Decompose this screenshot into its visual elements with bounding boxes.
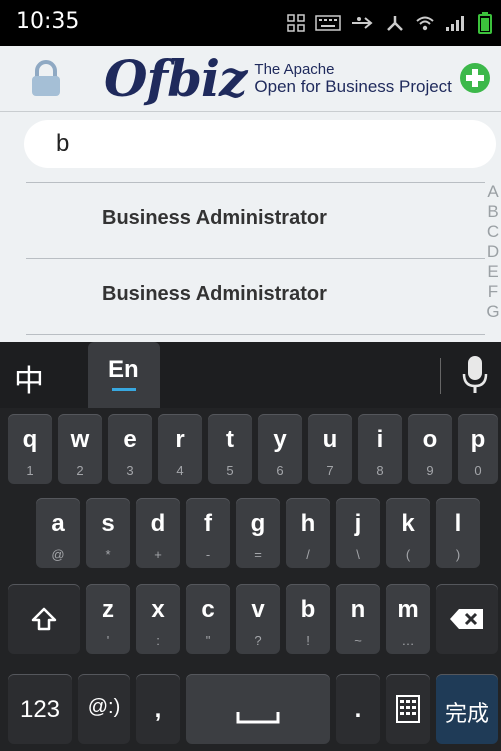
keyboard-icon: [315, 15, 341, 31]
key-o[interactable]: o9: [408, 414, 452, 484]
key-z[interactable]: z ': [86, 584, 130, 654]
microphone-icon[interactable]: [462, 354, 488, 396]
key-x[interactable]: x:: [136, 584, 180, 654]
emoji-key[interactable]: @:): [78, 674, 130, 744]
key-d[interactable]: d +: [136, 498, 180, 568]
key-r[interactable]: r4: [158, 414, 202, 484]
space-key[interactable]: [186, 674, 330, 744]
key-y[interactable]: y6: [258, 414, 302, 484]
lock-icon[interactable]: [28, 60, 64, 98]
index-letter[interactable]: E: [485, 262, 501, 282]
list-item[interactable]: Business Administrator: [26, 258, 486, 334]
connection-icon: [387, 16, 403, 31]
key-m[interactable]: m…: [386, 584, 430, 654]
ime-separator: [440, 358, 441, 394]
phone-screen: 10:35 Ofbiz The Apache Open for Business…: [0, 0, 501, 751]
key-f[interactable]: f-: [186, 498, 230, 568]
numbers-key[interactable]: 123: [8, 674, 72, 744]
key-v[interactable]: v?: [236, 584, 280, 654]
logo-tagline-2: Open for Business Project: [254, 76, 452, 96]
usb-icon: [352, 17, 373, 29]
app-header: Ofbiz The Apache Open for Business Proje…: [0, 46, 501, 112]
signal-icon: [446, 16, 464, 31]
list-item-label: Business Administrator: [102, 207, 327, 229]
key-e[interactable]: e3: [108, 414, 152, 484]
battery-icon: [478, 12, 492, 34]
status-time: 10:35: [16, 9, 80, 34]
list-item[interactable]: Business Administrator: [26, 182, 486, 258]
index-letter[interactable]: B: [485, 202, 501, 222]
ime-tab-english-label: En: [108, 356, 139, 383]
logo-tagline: The Apache Open for Business Project: [254, 62, 451, 96]
ofbiz-logo: Ofbiz The Apache Open for Business Proje…: [104, 50, 452, 108]
keyboard-layout-icon: [396, 695, 420, 723]
index-letter[interactable]: C: [485, 222, 501, 242]
search-input[interactable]: [24, 120, 496, 168]
key-t[interactable]: t5: [208, 414, 252, 484]
key-h[interactable]: h /: [286, 498, 330, 568]
add-icon[interactable]: [459, 62, 491, 94]
comma-key[interactable]: ,: [136, 674, 180, 744]
key-q[interactable]: q1: [8, 414, 52, 484]
key-p[interactable]: p0: [458, 414, 498, 484]
status-bar: 10:35: [0, 0, 501, 46]
result-list: Business Administrator Business Administ…: [0, 182, 486, 342]
logo-word: Ofbiz: [104, 49, 247, 108]
ime-tab-indicator: [112, 388, 136, 391]
soft-keyboard: q1 w2 e3 r4 t5 y6 u7 i8 o9 p0 a @ s * d + f…: [0, 408, 501, 751]
key-b[interactable]: b!: [286, 584, 330, 654]
list-item-label: Business Administrator: [102, 283, 327, 305]
key-g[interactable]: g =: [236, 498, 280, 568]
key-l[interactable]: l): [436, 498, 480, 568]
key-w[interactable]: w2: [58, 414, 102, 484]
key-k[interactable]: k(: [386, 498, 430, 568]
space-icon: [236, 712, 280, 724]
key-i[interactable]: i8: [358, 414, 402, 484]
key-s[interactable]: s *: [86, 498, 130, 568]
logo-tagline-1: The Apache: [254, 61, 335, 79]
key-n[interactable]: n ~: [336, 584, 380, 654]
alphabet-index[interactable]: A B C D E F G: [485, 182, 501, 342]
keyboard-layout-key[interactable]: [386, 674, 430, 744]
backspace-icon: [450, 609, 483, 629]
index-letter[interactable]: F: [485, 282, 501, 302]
ime-toolbar: 中 En: [0, 342, 501, 408]
ime-tab-chinese[interactable]: 中: [14, 356, 44, 400]
index-letter[interactable]: D: [485, 242, 501, 262]
done-key[interactable]: 完成: [436, 674, 498, 744]
list-item: [26, 334, 486, 342]
status-icons: [287, 12, 493, 34]
index-letter[interactable]: A: [485, 182, 501, 202]
key-u[interactable]: u7: [308, 414, 352, 484]
search-bar: [0, 112, 501, 182]
key-a[interactable]: a @: [36, 498, 80, 568]
period-key[interactable]: .: [336, 674, 380, 744]
backspace-key[interactable]: [436, 584, 498, 654]
shift-icon: [31, 607, 57, 631]
shift-key[interactable]: [8, 584, 80, 654]
index-letter[interactable]: G: [485, 302, 501, 322]
wifi-icon: [416, 16, 434, 31]
key-j[interactable]: j \: [336, 498, 380, 568]
ime-tab-english[interactable]: En: [88, 342, 160, 408]
grid-icon: [287, 14, 305, 32]
key-c[interactable]: c ": [186, 584, 230, 654]
